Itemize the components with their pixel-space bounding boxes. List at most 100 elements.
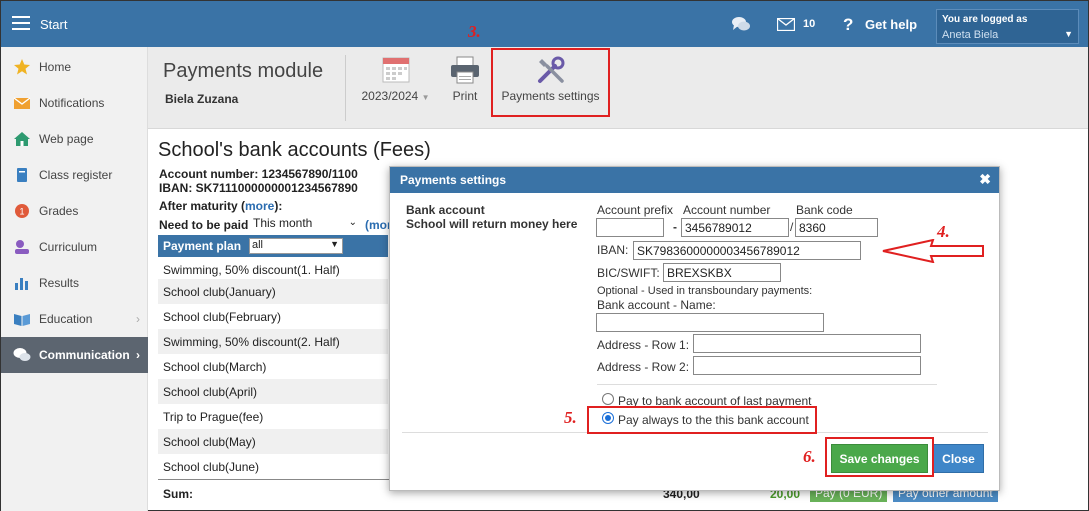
sidebar-item-home[interactable]: Home bbox=[1, 49, 148, 85]
chevron-down-icon: ▼ bbox=[421, 93, 430, 102]
account-prefix-label: Account prefix bbox=[597, 203, 674, 217]
sidebar-item-communication[interactable]: Communication › bbox=[1, 337, 148, 373]
sidebar-item-label: Results bbox=[39, 276, 80, 290]
list-item[interactable]: School club(February) bbox=[158, 304, 388, 329]
sidebar-item-label: Home bbox=[39, 60, 72, 74]
annotation-box-radio bbox=[587, 406, 817, 434]
payment-plan-select[interactable]: all ▼ bbox=[249, 238, 343, 254]
get-help-link[interactable]: Get help bbox=[865, 17, 917, 32]
address-row2-input[interactable] bbox=[693, 356, 921, 375]
sidebar-item-web-page[interactable]: Web page bbox=[1, 121, 148, 157]
list-item[interactable]: Trip to Prague(fee) bbox=[158, 404, 388, 429]
divider bbox=[597, 384, 937, 385]
payment-plan-value: all bbox=[252, 239, 264, 251]
arrow-left-icon bbox=[882, 239, 984, 263]
svg-text:1: 1 bbox=[19, 207, 24, 217]
hamburger-menu-icon[interactable] bbox=[12, 16, 30, 30]
curriculum-icon bbox=[15, 240, 29, 254]
prefix-dash: - bbox=[673, 220, 677, 234]
chevron-right-icon: › bbox=[136, 312, 140, 326]
printer-icon bbox=[451, 56, 479, 84]
school-year-selector[interactable]: 2023/2024 ▼ bbox=[358, 55, 433, 103]
star-icon bbox=[14, 59, 30, 75]
list-item[interactable]: Swimming, 50% discount(2. Half) bbox=[158, 329, 388, 354]
bank-code-input[interactable]: 8360 bbox=[795, 218, 878, 237]
address-row1-input[interactable] bbox=[693, 334, 921, 353]
radio-last-payment[interactable] bbox=[602, 393, 614, 405]
top-bar: Start 10 ? Get help You are logged as An… bbox=[1, 1, 1088, 47]
iban-label: IBAN: bbox=[597, 243, 629, 257]
bic-swift-input[interactable]: BREXSKBX bbox=[663, 263, 781, 282]
sidebar-item-label: Grades bbox=[39, 204, 79, 218]
user-menu[interactable]: You are logged as Aneta Biela ▼ bbox=[936, 9, 1079, 44]
address-row2-label: Address - Row 2: bbox=[597, 360, 690, 374]
step-5-annotation: 5. bbox=[564, 408, 577, 427]
chat-icon[interactable] bbox=[731, 15, 751, 33]
dialog-title: Payments settings bbox=[400, 173, 507, 187]
sidebar-item-curriculum[interactable]: Curriculum bbox=[1, 229, 148, 265]
sidebar-item-education[interactable]: Education › bbox=[1, 301, 148, 337]
logged-as-label: You are logged as bbox=[942, 14, 1028, 25]
grades-icon: 1 bbox=[15, 204, 29, 218]
need-more-link[interactable]: (mor bbox=[365, 218, 392, 232]
school-year-label: 2023/2024 bbox=[361, 89, 419, 103]
address-row1-label: Address - Row 1: bbox=[597, 338, 690, 352]
more-link[interactable]: more bbox=[245, 199, 274, 213]
module-title: Payments module bbox=[163, 60, 324, 82]
sidebar-item-grades[interactable]: 1 Grades bbox=[1, 193, 148, 229]
bank-account-name-input[interactable] bbox=[596, 313, 824, 332]
sidebar-item-label: Class register bbox=[39, 168, 113, 182]
mail-count-badge: 10 bbox=[803, 18, 816, 30]
after-maturity-end: ): bbox=[274, 199, 283, 213]
account-number-label: Account number bbox=[683, 203, 771, 217]
sidebar-item-results[interactable]: Results bbox=[1, 265, 148, 301]
toolbar-divider bbox=[345, 55, 346, 121]
sum-label: Sum: bbox=[163, 487, 193, 501]
account-number-input[interactable]: 3456789012 bbox=[681, 218, 789, 237]
list-item[interactable]: School club(March) bbox=[158, 354, 388, 379]
print-button[interactable]: Print bbox=[444, 55, 486, 103]
chevron-down-icon: ▼ bbox=[330, 239, 339, 249]
chevron-right-icon: › bbox=[136, 348, 140, 362]
list-item[interactable]: School club(June) bbox=[158, 454, 388, 479]
list-item[interactable]: School club(May) bbox=[158, 429, 388, 454]
module-subtitle: Biela Zuzana bbox=[165, 92, 239, 106]
page-title: School's bank accounts (Fees) bbox=[158, 139, 431, 161]
bank-account-label: Bank account bbox=[406, 203, 485, 217]
need-paid-select[interactable]: This month ⌄ bbox=[253, 216, 359, 234]
bank-code-slash: / bbox=[790, 220, 794, 234]
bic-swift-label: BIC/SWIFT: bbox=[597, 266, 660, 280]
bank-code-label: Bank code bbox=[796, 203, 853, 217]
sidebar-item-label: Curriculum bbox=[39, 240, 98, 254]
start-link[interactable]: Start bbox=[40, 17, 67, 32]
dialog-header: Payments settings ✖ bbox=[390, 167, 999, 193]
speech-bubbles-icon bbox=[13, 348, 31, 361]
iban-text: IBAN: SK7111000000001234567890 bbox=[159, 181, 358, 195]
sidebar-item-notifications[interactable]: Notifications bbox=[1, 85, 148, 121]
chevron-down-icon: ⌄ bbox=[348, 217, 357, 228]
calendar-icon bbox=[382, 57, 409, 83]
book-icon bbox=[17, 168, 27, 182]
sidebar-item-label: Notifications bbox=[39, 96, 105, 110]
sidebar-item-label: Education bbox=[39, 312, 93, 326]
sidebar: Home Notifications Web page Class regist… bbox=[1, 47, 148, 511]
annotation-box-settings bbox=[491, 48, 610, 117]
close-button[interactable]: Close bbox=[933, 444, 984, 473]
bar-chart-icon bbox=[15, 278, 28, 290]
list-item[interactable]: School club(January) bbox=[158, 279, 388, 304]
sidebar-item-label: Communication bbox=[39, 348, 130, 362]
step-6-annotation: 6. bbox=[803, 447, 816, 466]
mail-icon[interactable] bbox=[777, 18, 795, 31]
sidebar-item-class-register[interactable]: Class register bbox=[1, 157, 148, 193]
iban-input[interactable]: SK7983600000003456789012 bbox=[633, 241, 861, 260]
account-prefix-input[interactable] bbox=[596, 218, 664, 237]
annotation-box-save bbox=[825, 437, 934, 477]
after-maturity-label: After maturity (more): bbox=[159, 199, 282, 213]
close-icon[interactable]: ✖ bbox=[979, 171, 991, 188]
payment-plan-label: Payment plan bbox=[163, 239, 242, 253]
user-name: Aneta Biela bbox=[942, 29, 999, 41]
print-label: Print bbox=[452, 89, 478, 103]
list-item[interactable]: School club(April) bbox=[158, 379, 388, 404]
question-mark-icon[interactable]: ? bbox=[843, 15, 853, 35]
optional-note: Optional - Used in transboundary payment… bbox=[597, 285, 813, 297]
